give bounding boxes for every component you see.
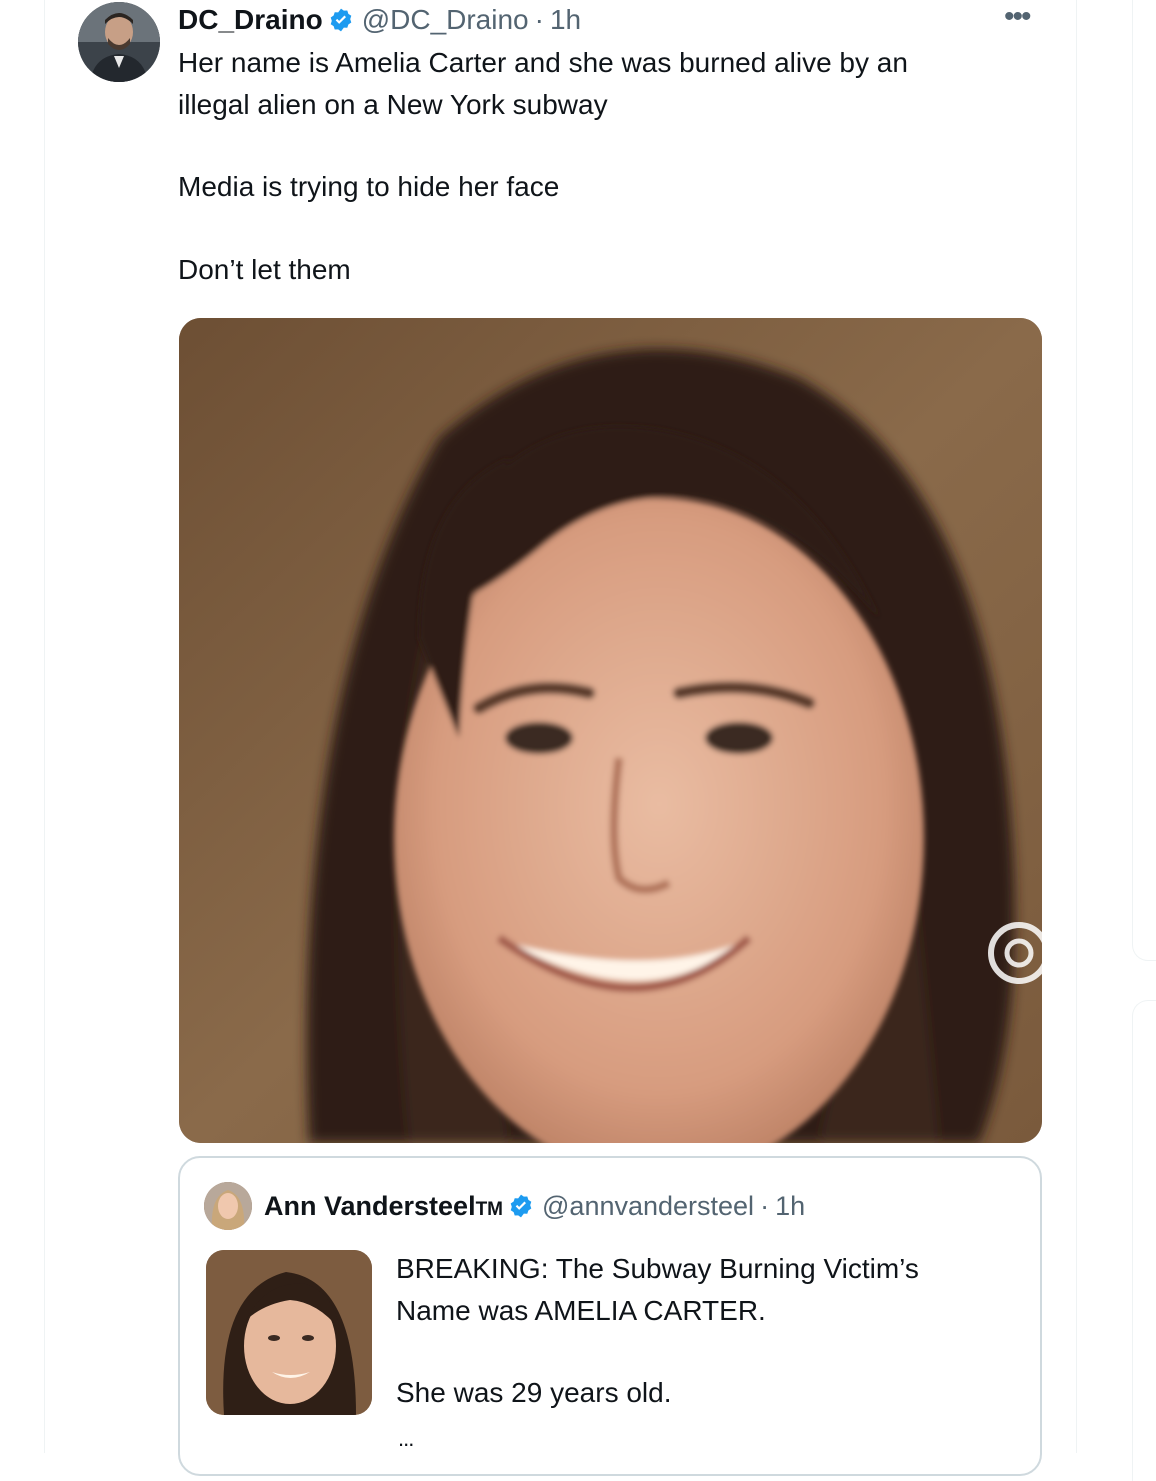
separator-dot: · [534, 4, 544, 35]
verified-badge-icon [328, 7, 354, 33]
more-horizontal-icon[interactable]: ••• [1004, 2, 1031, 32]
quoted-tweet-text-line: Name was AMELIA CARTER. [396, 1295, 766, 1326]
quoted-tweet-header: Ann VandersteelTM @annvandersteel · 1h [264, 1188, 805, 1224]
quoted-tweet-card[interactable]: Ann VandersteelTM @annvandersteel · 1h B… [178, 1156, 1042, 1476]
quoted-author-avatar[interactable] [204, 1182, 252, 1230]
quoted-tweet-ellipsis: ... [398, 1426, 414, 1451]
verified-badge-icon [508, 1193, 534, 1219]
quoted-author-handle[interactable]: @annvandersteel [542, 1191, 754, 1222]
quoted-tweet-text-line: She was 29 years old. [396, 1377, 672, 1408]
tweet-text-line: illegal alien on a New York subway [178, 89, 608, 120]
separator-dot: · [760, 1190, 770, 1221]
sidebar-card-edge-lower [1132, 1000, 1156, 1481]
quoted-tweet-timestamp[interactable]: 1h [775, 1191, 805, 1222]
author-avatar[interactable] [78, 2, 160, 82]
quoted-tweet-thumbnail[interactable] [206, 1250, 372, 1415]
tweet-timestamp[interactable]: 1h [550, 4, 581, 36]
tweet-photo[interactable] [179, 318, 1042, 1143]
trademark-suffix: TM [475, 1198, 504, 1220]
tweet-text-line: Don’t let them [178, 254, 351, 285]
quoted-author-display-name[interactable]: Ann VandersteelTM [264, 1191, 503, 1222]
tweet-header: DC_Draino @DC_Draino · 1h [178, 2, 581, 38]
timeline-left-border [44, 0, 45, 1453]
quoted-tweet-text-line: BREAKING: The Subway Burning Victim’s [396, 1253, 919, 1284]
sidebar-card-edge [1132, 0, 1156, 961]
author-handle[interactable]: @DC_Draino [362, 4, 529, 36]
timeline-right-border [1076, 0, 1077, 1453]
author-display-name[interactable]: DC_Draino [178, 4, 323, 36]
tweet-text-line: Her name is Amelia Carter and she was bu… [178, 47, 908, 78]
tweet-text-line: Media is trying to hide her face [178, 171, 560, 202]
